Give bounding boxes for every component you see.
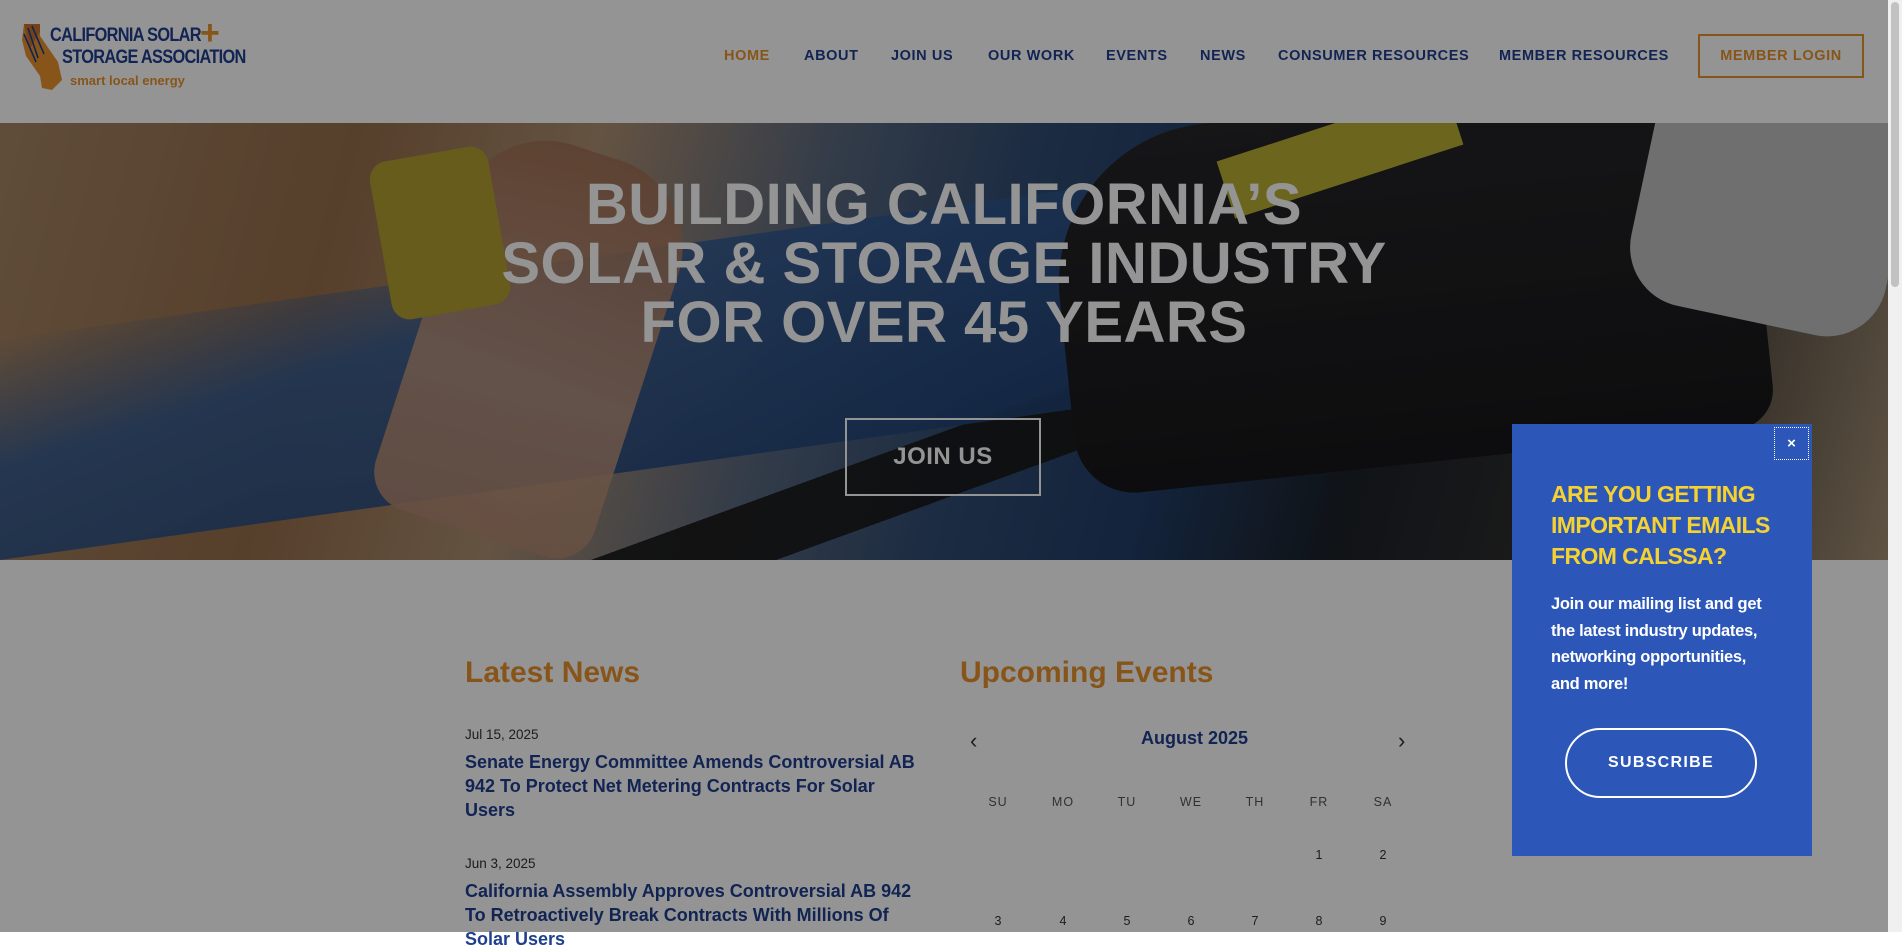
subscribe-button[interactable]: SUBSCRIBE xyxy=(1565,728,1757,798)
scrollbar-thumb[interactable] xyxy=(1891,2,1899,287)
page-scrollbar[interactable] xyxy=(1888,0,1902,932)
email-signup-popup: × ARE YOU GETTING IMPORTANT EMAILS FROM … xyxy=(1512,424,1812,856)
popup-heading: ARE YOU GETTING IMPORTANT EMAILS FROM CA… xyxy=(1551,481,1770,569)
popup-body-text: Join our mailing list and get the latest… xyxy=(1551,595,1762,693)
close-icon[interactable]: × xyxy=(1774,427,1809,460)
